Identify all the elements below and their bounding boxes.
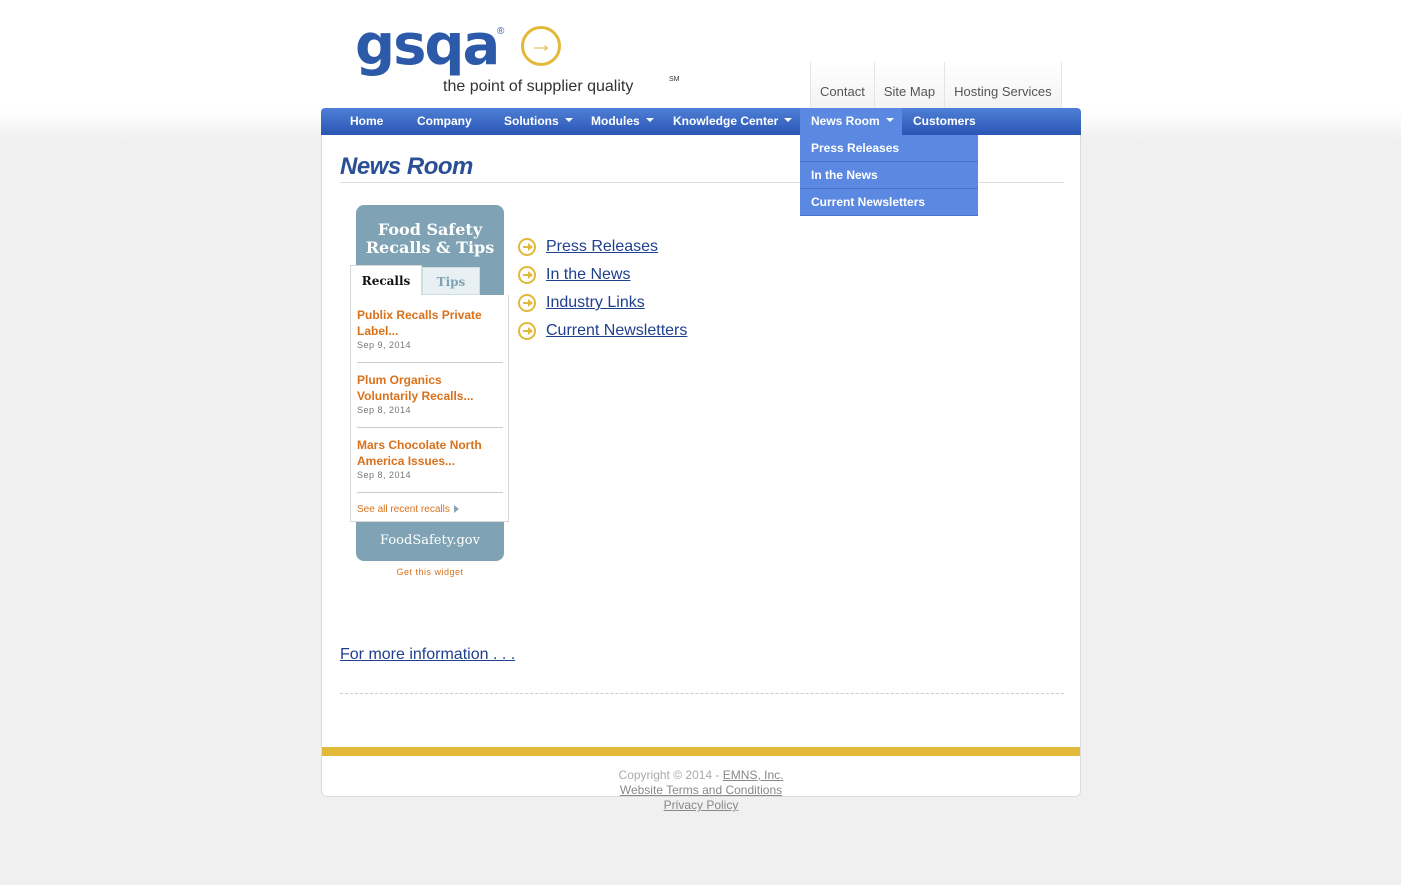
news-room-links: Press Releases In the News Industry Link…: [518, 233, 687, 345]
nav-knowledge-center[interactable]: Knowledge Center: [673, 108, 793, 135]
in-the-news-link[interactable]: In the News: [546, 266, 630, 284]
footer: Copyright © 2014 - EMNS, Inc. Website Te…: [322, 768, 1080, 813]
nav-company[interactable]: Company: [417, 108, 472, 135]
nav-solutions[interactable]: Solutions: [504, 108, 573, 135]
widget-recall-list: Publix Recalls Private Label... Sep 9, 2…: [350, 295, 509, 522]
arrow-right-icon: [453, 505, 459, 514]
page-title: News Room: [340, 153, 473, 180]
footer-accent-bar: [322, 747, 1080, 756]
terms-link[interactable]: Website Terms and Conditions: [620, 783, 782, 797]
copyright-line: Copyright © 2014 - EMNS, Inc.: [322, 768, 1080, 783]
nav-customers[interactable]: Customers: [913, 108, 976, 135]
contact-link[interactable]: Contact: [810, 62, 874, 108]
list-item: Mars Chocolate North America Issues... S…: [357, 437, 503, 480]
list-item: Plum Organics Voluntarily Recalls... Sep…: [357, 372, 503, 415]
widget-title-line1: Food Safety: [377, 220, 483, 239]
recall-date: Sep 9, 2014: [357, 340, 412, 350]
main-nav: Home Company Solutions Modules Knowledge…: [321, 108, 1081, 135]
nav-modules-label: Modules: [591, 114, 640, 128]
chevron-down-icon: [784, 117, 793, 122]
nav-news-room-label: News Room: [811, 114, 880, 128]
list-item: In the News: [518, 261, 687, 289]
nav-knowledge-center-label: Knowledge Center: [673, 114, 779, 128]
site-map-link[interactable]: Site Map: [873, 62, 945, 108]
dropdown-item-press-releases[interactable]: Press Releases: [800, 135, 978, 162]
list-divider: [357, 492, 503, 493]
list-item: Current Newsletters: [518, 317, 687, 345]
utility-links: Contact Site Map Hosting Services: [810, 62, 1062, 108]
industry-links-link[interactable]: Industry Links: [546, 294, 645, 312]
nav-home[interactable]: Home: [350, 108, 383, 135]
gsqa-logo[interactable]: gsqa ® → the point of supplier quality S…: [355, 14, 680, 102]
widget-title: Food Safety Recalls & Tips: [356, 221, 504, 257]
get-widget-link[interactable]: Get this widget: [356, 567, 504, 577]
content-panel: News Room Food Safety Recalls & Tips Rec…: [321, 135, 1081, 812]
list-item: Press Releases: [518, 233, 687, 261]
recall-title-link[interactable]: Mars Chocolate North America Issues...: [357, 437, 503, 469]
nav-solutions-label: Solutions: [504, 114, 559, 128]
recall-date: Sep 8, 2014: [357, 470, 412, 480]
list-divider: [357, 362, 503, 363]
chevron-down-icon: [645, 117, 654, 122]
copyright-text: Copyright © 2014 -: [618, 768, 720, 782]
dropdown-item-in-the-news[interactable]: In the News: [800, 162, 978, 189]
more-information-link[interactable]: For more information . . .: [340, 646, 515, 664]
list-divider: [357, 427, 503, 428]
hosting-services-link[interactable]: Hosting Services: [944, 62, 1062, 108]
chevron-down-icon: [564, 117, 573, 122]
logo-wordmark: gsqa: [355, 13, 500, 78]
press-releases-link[interactable]: Press Releases: [546, 238, 658, 256]
privacy-policy-link[interactable]: Privacy Policy: [664, 798, 739, 812]
dashed-divider: [340, 693, 1064, 694]
recall-title-link[interactable]: Plum Organics Voluntarily Recalls...: [357, 372, 503, 404]
arrow-circle-icon: [518, 266, 536, 284]
nav-company-label: Company: [417, 114, 472, 128]
list-item: Publix Recalls Private Label... Sep 9, 2…: [357, 307, 503, 350]
service-mark: SM: [669, 76, 680, 83]
current-newsletters-link[interactable]: Current Newsletters: [546, 322, 687, 340]
nav-home-label: Home: [350, 114, 384, 128]
arrow-circle-icon: [518, 322, 536, 340]
arrow-circle-icon: [518, 238, 536, 256]
see-all-label: See all recent recalls: [357, 504, 450, 515]
news-room-dropdown: Press Releases In the News Current Newsl…: [800, 135, 978, 216]
recall-date: Sep 8, 2014: [357, 405, 412, 415]
tab-tips[interactable]: Tips: [422, 267, 480, 295]
company-link[interactable]: EMNS, Inc.: [723, 768, 784, 782]
nav-modules[interactable]: Modules: [591, 108, 654, 135]
recall-title-link[interactable]: Publix Recalls Private Label...: [357, 307, 503, 339]
logo-tagline: the point of supplier quality: [443, 78, 634, 95]
tab-recalls[interactable]: Recalls: [350, 265, 422, 296]
see-all-recalls-link[interactable]: See all recent recalls: [357, 504, 459, 515]
logo-arrow-icon: →: [529, 31, 553, 58]
dropdown-item-current-newsletters[interactable]: Current Newsletters: [800, 189, 978, 216]
list-item: Industry Links: [518, 289, 687, 317]
foodsafety-gov-link[interactable]: FoodSafety.gov: [356, 533, 504, 548]
food-safety-widget: Food Safety Recalls & Tips Recalls Tips …: [350, 205, 510, 585]
nav-customers-label: Customers: [913, 114, 976, 128]
nav-news-room[interactable]: News Room: [800, 108, 902, 135]
chevron-down-icon: [885, 117, 894, 122]
registered-mark: ®: [497, 26, 505, 37]
widget-title-line2: Recalls & Tips: [365, 238, 495, 257]
arrow-circle-icon: [518, 294, 536, 312]
